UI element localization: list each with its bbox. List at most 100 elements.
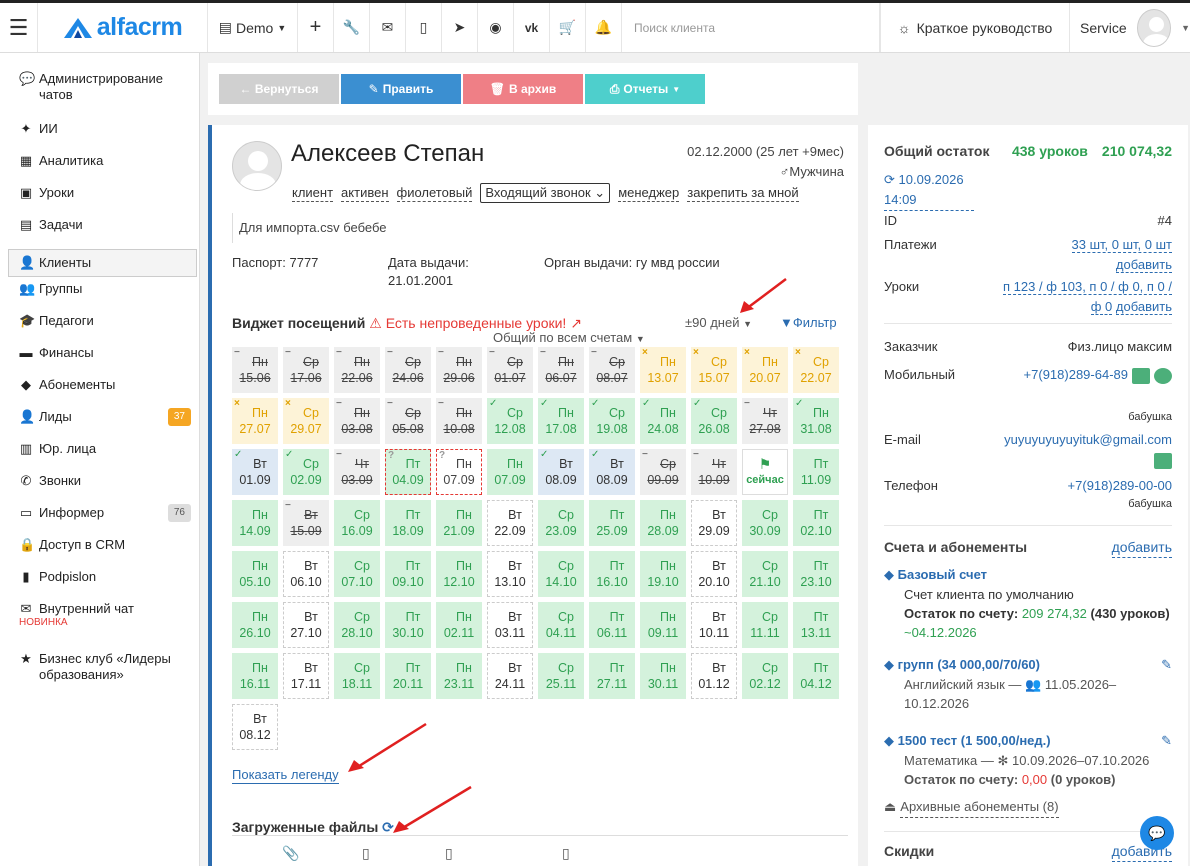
edit-button[interactable]: ✎ Править <box>341 74 461 104</box>
attendance-cell[interactable]: − Ср 01.07 <box>487 347 533 393</box>
attendance-cell[interactable]: Пт 20.11 <box>385 653 431 699</box>
attendance-cell[interactable]: Пн 07.09 <box>487 449 533 495</box>
add-account-link[interactable]: добавить <box>1111 537 1172 558</box>
attendance-cell[interactable]: × Пн 13.07 <box>640 347 686 393</box>
refresh-icon[interactable]: ⟳ <box>382 819 394 835</box>
email-value[interactable]: yuyuyuyuyuyituk@gmail.com <box>1004 432 1172 447</box>
phone-value[interactable]: +7(918)289-00-00 <box>1068 476 1172 496</box>
attendance-cell[interactable]: Ср 04.11 <box>538 602 584 648</box>
attendance-cell[interactable]: − Чт 03.09 <box>334 449 380 495</box>
client-search-input[interactable]: Поиск клиента <box>622 3 880 52</box>
show-legend-link[interactable]: Показать легенду <box>232 767 339 784</box>
attendance-cell[interactable]: ✓ Пн 17.08 <box>538 398 584 444</box>
chat-fab-icon[interactable]: 💬 <box>1140 816 1174 850</box>
attendance-cell[interactable]: ✓ Пн 31.08 <box>793 398 839 444</box>
pencil-icon[interactable]: ✎ <box>1161 655 1172 675</box>
add-lesson-link[interactable]: добавить <box>1115 299 1172 315</box>
mobile-icon[interactable]: ▯ <box>406 3 442 52</box>
attendance-cell[interactable]: Пн 09.11 <box>640 602 686 648</box>
attendance-cell[interactable]: − Пн 22.06 <box>334 347 380 393</box>
attendance-cell[interactable]: Пн 26.10 <box>232 602 278 648</box>
attendance-cell[interactable]: − Ср 17.06 <box>283 347 329 393</box>
account-select[interactable]: Общий по всем счетам ▼ <box>493 330 645 345</box>
reports-button[interactable]: ⎙ Отчеты ▼ <box>585 74 705 104</box>
sync-date[interactable]: ⟳ 10.09.2026 14:09 <box>884 170 974 211</box>
sidebar-item-internal-chat[interactable]: ✉ Внутренний чат НОВИНКА <box>0 601 199 651</box>
subscription-test-title[interactable]: ◆ 1500 тест (1 500,00/нед.) ✎ <box>884 731 1172 751</box>
mail-icon[interactable] <box>1154 452 1172 469</box>
pencil-icon[interactable]: ✎ <box>1161 731 1172 751</box>
attendance-cell[interactable]: Ср 28.10 <box>334 602 380 648</box>
sidebar-item-lessons[interactable]: ▣ Уроки <box>0 185 199 217</box>
attendance-cell[interactable]: Пт 11.09 <box>793 449 839 495</box>
attendance-cell[interactable]: × Пн 27.07 <box>232 398 278 444</box>
menu-icon[interactable]: ☰ <box>0 3 38 52</box>
sidebar-item-teachers[interactable]: 🎓 Педагоги <box>0 313 199 345</box>
sms-icon[interactable] <box>1132 367 1150 384</box>
attendance-cell[interactable]: Ср 25.11 <box>538 653 584 699</box>
manager-link[interactable]: менеджер <box>618 185 680 202</box>
attendance-cell[interactable]: ✓ Ср 02.09 <box>283 449 329 495</box>
plus-icon[interactable]: + <box>298 3 334 52</box>
attendance-cell[interactable]: ✓ Вт 01.09 <box>232 449 278 495</box>
mail-icon[interactable]: ✉ <box>370 3 406 52</box>
attendance-cell[interactable]: Пт 02.10 <box>793 500 839 546</box>
attendance-cell[interactable]: × Пн 20.07 <box>742 347 788 393</box>
attendance-cell[interactable]: Пт 23.10 <box>793 551 839 597</box>
attendance-cell[interactable]: Ср 30.09 <box>742 500 788 546</box>
attendance-cell[interactable]: Пн 05.10 <box>232 551 278 597</box>
attendance-cell[interactable]: Вт 24.11 <box>487 653 533 699</box>
attendance-cell[interactable]: Пн 23.11 <box>436 653 482 699</box>
mobile-value[interactable]: +7(918)289-64-89 <box>1024 367 1128 382</box>
account-basic-title[interactable]: ◆ Базовый счет <box>884 565 1172 585</box>
attendance-cell[interactable]: Ср 14.10 <box>538 551 584 597</box>
attendance-cell[interactable]: Вт 10.11 <box>691 602 737 648</box>
wrench-icon[interactable]: 🔧 <box>334 3 370 52</box>
attendance-cell[interactable]: × Ср 15.07 <box>691 347 737 393</box>
attendance-cell[interactable]: Пн 21.09 <box>436 500 482 546</box>
sidebar-item-chat-admin[interactable]: 💬 Администрирование чатов <box>0 71 199 121</box>
tag-purple[interactable]: фиолетовый <box>396 185 473 202</box>
subscription-groups-title[interactable]: ◆ групп (34 000,00/70/60) ✎ <box>884 655 1172 675</box>
sidebar-item-business-club[interactable]: ★ Бизнес клуб «Лидеры образования» <box>0 651 199 701</box>
attendance-cell[interactable]: Пн 30.11 <box>640 653 686 699</box>
sidebar-item-crm-access[interactable]: 🔒 Доступ в CRM <box>0 537 199 569</box>
sidebar-item-analytics[interactable]: ▦ Аналитика <box>0 153 199 185</box>
attendance-cell[interactable]: ✓ Ср 12.08 <box>487 398 533 444</box>
attendance-cell[interactable]: ? Пн 07.09 <box>436 449 482 495</box>
attendance-cell[interactable]: Ср 07.10 <box>334 551 380 597</box>
attendance-cell[interactable]: Пн 19.10 <box>640 551 686 597</box>
attendance-cell[interactable]: Пт 18.09 <box>385 500 431 546</box>
attendance-cell[interactable]: ✓ Вт 08.09 <box>538 449 584 495</box>
back-button[interactable]: ← Вернуться <box>219 74 339 104</box>
sidebar-item-finance[interactable]: ▬ Финансы <box>0 345 199 377</box>
logo[interactable]: alfacrm <box>38 3 208 52</box>
bell-icon[interactable]: 🔔 <box>586 3 622 52</box>
attendance-cell[interactable]: Ср 21.10 <box>742 551 788 597</box>
sidebar-item-legal-entities[interactable]: ▥ Юр. лица <box>0 441 199 473</box>
attendance-cell[interactable]: Вт 17.11 <box>283 653 329 699</box>
attendance-cell[interactable]: Вт 03.11 <box>487 602 533 648</box>
attendance-cell[interactable]: Вт 22.09 <box>487 500 533 546</box>
attendance-cell[interactable]: Ср 11.11 <box>742 602 788 648</box>
attendance-cell[interactable]: ✓ Ср 26.08 <box>691 398 737 444</box>
attendance-cell[interactable]: − Ср 24.06 <box>385 347 431 393</box>
attendance-cell[interactable]: Пн 02.11 <box>436 602 482 648</box>
whatsapp-icon[interactable]: ◉ <box>478 3 514 52</box>
attendance-cell[interactable]: − Пн 29.06 <box>436 347 482 393</box>
cart-icon[interactable]: 🛒 <box>550 3 586 52</box>
sidebar-item-podpislon[interactable]: ▮ Podpislon <box>0 569 199 601</box>
sidebar-item-leads[interactable]: 👤 Лиды 37 <box>0 408 199 441</box>
attendance-cell[interactable]: Ср 18.11 <box>334 653 380 699</box>
attendance-cell[interactable]: Ср 02.12 <box>742 653 788 699</box>
attendance-cell[interactable]: Пт 16.10 <box>589 551 635 597</box>
add-payment-link[interactable]: добавить <box>1115 257 1172 273</box>
attendance-cell[interactable]: ⚑ сейчас <box>742 449 788 495</box>
attendance-cell[interactable]: Вт 06.10 <box>283 551 329 597</box>
whatsapp-icon[interactable] <box>1154 367 1172 384</box>
sidebar-item-ai[interactable]: ✦ ИИ <box>0 121 199 153</box>
demo-dropdown[interactable]: ▤ Demo ▼ <box>208 3 298 52</box>
attendance-cell[interactable]: Пт 13.11 <box>793 602 839 648</box>
sidebar-item-subscriptions[interactable]: ◆ Абонементы <box>0 377 199 409</box>
sidebar-item-informer[interactable]: ▭ Информер 76 <box>0 504 199 537</box>
